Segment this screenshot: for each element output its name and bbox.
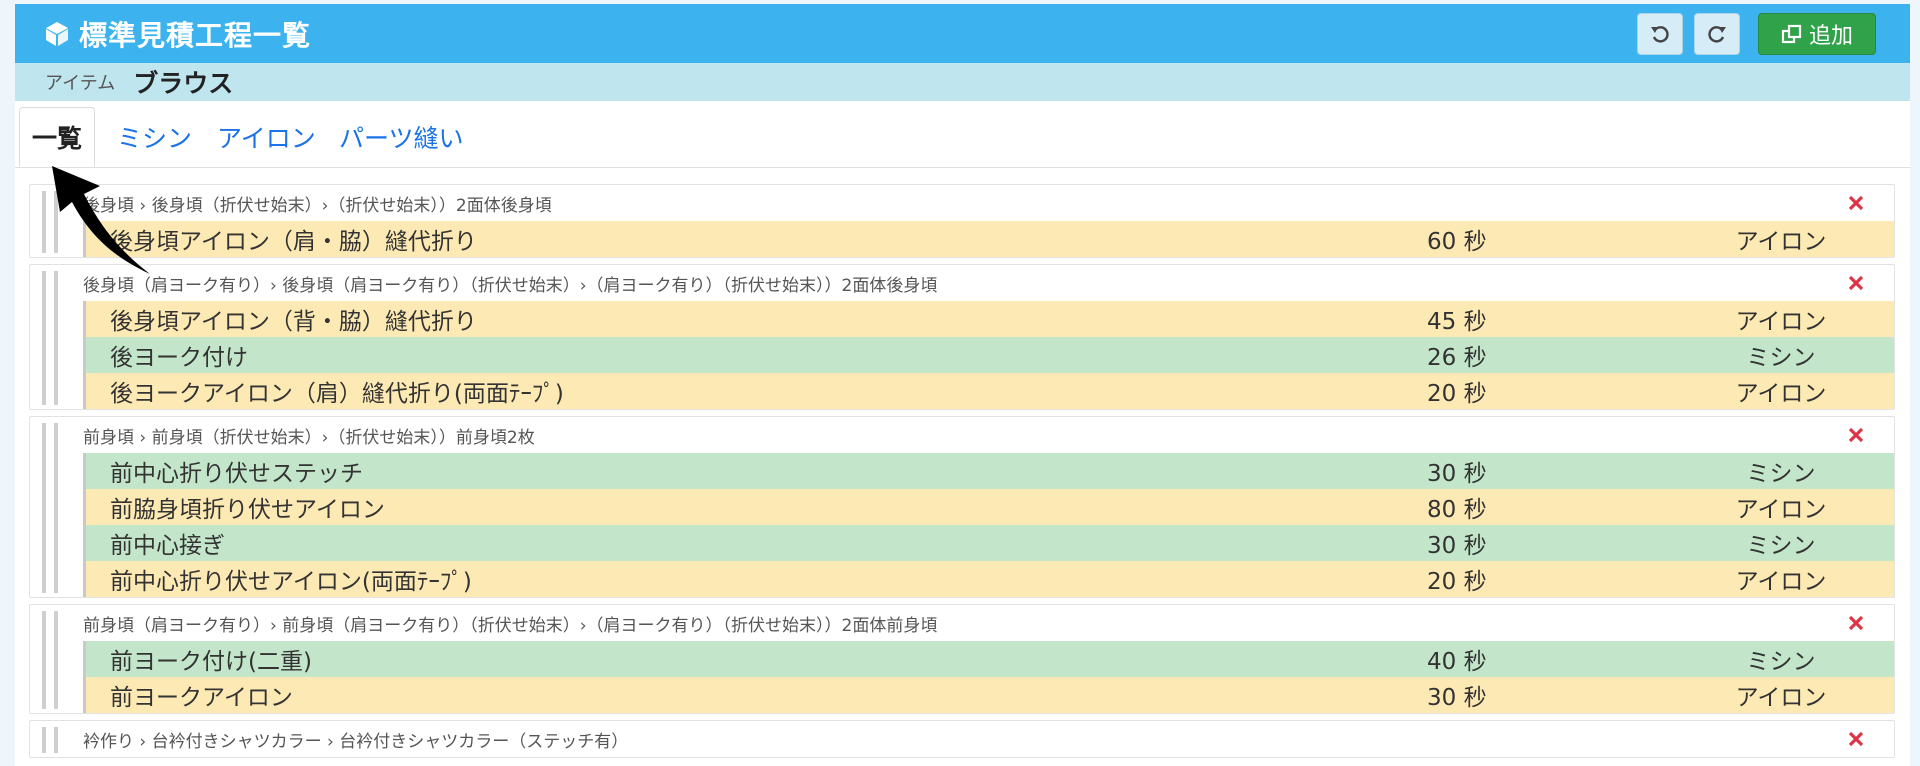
table-row[interactable]: 後身頃アイロン（肩・脇）縫代折り 60 秒 アイロン: [83, 221, 1894, 257]
process-seconds: 20 秒: [1427, 381, 1487, 407]
item-value: ブラウス: [133, 69, 234, 98]
add-button[interactable]: 追加: [1758, 13, 1876, 55]
process-kind: アイロン: [1735, 569, 1827, 595]
item-bar: アイテム ブラウス: [15, 63, 1910, 101]
group-path-text: 後身頃（肩ヨーク有り）› 後身頃（肩ヨーク有り）（折伏せ始末）›（肩ヨーク有り）…: [83, 275, 938, 296]
page-title: 標準見積工程一覧: [79, 18, 312, 52]
group-path: 衿作り › 台衿付きシャツカラー › 台衿付きシャツカラー（ステッチ有）: [30, 721, 1894, 757]
table-row[interactable]: 後身頃アイロン（背・脇）縫代折り 45 秒 アイロン: [83, 301, 1894, 337]
main-panel: 標準見積工程一覧 追加 アイテム ブラウス 一覧 ミシン アイロン パーツ縫い …: [15, 4, 1910, 766]
table-row[interactable]: 前脇身頃折り伏せアイロン 80 秒 アイロン: [83, 489, 1894, 525]
process-kind: ミシン: [1746, 461, 1816, 487]
table-row[interactable]: 前中心折り伏せステッチ 30 秒 ミシン: [83, 453, 1894, 489]
group-path-text: 衿作り › 台衿付きシャツカラー › 台衿付きシャツカラー（ステッチ有）: [83, 731, 629, 752]
group-path: 前身頃 › 前身頃（折伏せ始末）›（折伏せ始末））前身頃2枚: [30, 417, 1894, 453]
table-row[interactable]: 前ヨークアイロン 30 秒 アイロン: [83, 677, 1894, 713]
process-kind: アイロン: [1735, 381, 1827, 407]
page-header: 標準見積工程一覧 追加: [15, 4, 1910, 63]
process-kind: アイロン: [1735, 685, 1827, 711]
process-seconds: 60 秒: [1427, 229, 1487, 255]
process-seconds: 26 秒: [1427, 345, 1487, 371]
process-group: 後身頃（肩ヨーク有り）› 後身頃（肩ヨーク有り）（折伏せ始末）›（肩ヨーク有り）…: [29, 264, 1895, 410]
process-kind: ミシン: [1746, 533, 1816, 559]
undo-icon: [1651, 26, 1669, 43]
process-name: 前ヨーク付け(二重): [110, 649, 312, 675]
redo-icon: [1708, 26, 1726, 43]
add-button-label: 追加: [1808, 24, 1853, 49]
close-icon[interactable]: [1846, 425, 1866, 445]
process-kind: アイロン: [1735, 229, 1827, 255]
process-kind: アイロン: [1735, 309, 1827, 335]
undo-button[interactable]: [1637, 13, 1683, 55]
group-path: 前身頃（肩ヨーク有り）› 前身頃（肩ヨーク有り）（折伏せ始末）›（肩ヨーク有り）…: [30, 605, 1894, 641]
close-icon[interactable]: [1846, 193, 1866, 213]
process-group: 後身頃 › 後身頃（折伏せ始末）›（折伏せ始末））2面体後身頃 後身頃アイロン（…: [29, 184, 1895, 258]
tab-parts-sewing[interactable]: パーツ縫い: [327, 107, 476, 167]
item-label: アイテム: [45, 73, 116, 94]
process-list: 後身頃 › 後身頃（折伏せ始末）›（折伏せ始末））2面体後身頃 後身頃アイロン（…: [29, 184, 1895, 764]
process-group: 衿作り › 台衿付きシャツカラー › 台衿付きシャツカラー（ステッチ有）: [29, 720, 1895, 758]
process-name: 前脇身頃折り伏せアイロン: [110, 497, 385, 523]
process-name: 後ヨーク付け: [110, 345, 248, 371]
table-row[interactable]: 前ヨーク付け(二重) 40 秒 ミシン: [83, 641, 1894, 677]
table-row[interactable]: 前中心接ぎ 30 秒 ミシン: [83, 525, 1894, 561]
process-seconds: 30 秒: [1427, 685, 1487, 711]
window-plus-icon: [1781, 24, 1802, 44]
table-row[interactable]: 後ヨークアイロン（肩）縫代折り(両面ﾃｰﾌﾟ) 20 秒 アイロン: [83, 373, 1894, 409]
process-seconds: 45 秒: [1427, 309, 1487, 335]
process-seconds: 30 秒: [1427, 533, 1487, 559]
close-icon[interactable]: [1846, 729, 1866, 749]
process-name: 後身頃アイロン（背・脇）縫代折り: [110, 309, 477, 335]
tab-iron[interactable]: アイロン: [205, 107, 328, 167]
group-path: 後身頃 › 後身頃（折伏せ始末）›（折伏せ始末））2面体後身頃: [30, 185, 1894, 221]
process-name: 前中心接ぎ: [110, 533, 225, 559]
group-path-text: 前身頃 › 前身頃（折伏せ始末）›（折伏せ始末））前身頃2枚: [83, 427, 535, 448]
tab-bar: 一覧 ミシン アイロン パーツ縫い: [15, 101, 1910, 168]
close-icon[interactable]: [1846, 273, 1866, 293]
table-row[interactable]: 前中心折り伏せアイロン(両面ﾃｰﾌﾟ) 20 秒 アイロン: [83, 561, 1894, 597]
process-seconds: 40 秒: [1427, 649, 1487, 675]
process-name: 前中心折り伏せアイロン(両面ﾃｰﾌﾟ): [110, 569, 472, 595]
process-group: 前身頃（肩ヨーク有り）› 前身頃（肩ヨーク有り）（折伏せ始末）›（肩ヨーク有り）…: [29, 604, 1895, 714]
redo-button[interactable]: [1694, 13, 1740, 55]
process-seconds: 80 秒: [1427, 497, 1487, 523]
process-name: 後ヨークアイロン（肩）縫代折り(両面ﾃｰﾌﾟ): [110, 381, 564, 407]
process-kind: ミシン: [1746, 649, 1816, 675]
close-icon[interactable]: [1846, 613, 1866, 633]
table-row[interactable]: 後ヨーク付け 26 秒 ミシン: [83, 337, 1894, 373]
group-path: 後身頃（肩ヨーク有り）› 後身頃（肩ヨーク有り）（折伏せ始末）›（肩ヨーク有り）…: [30, 265, 1894, 301]
cube-icon: [46, 21, 68, 46]
process-seconds: 20 秒: [1427, 569, 1487, 595]
process-name: 前中心折り伏せステッチ: [110, 461, 363, 487]
process-kind: ミシン: [1746, 345, 1816, 371]
process-name: 前ヨークアイロン: [110, 685, 293, 711]
process-kind: アイロン: [1735, 497, 1827, 523]
process-seconds: 30 秒: [1427, 461, 1487, 487]
group-path-text: 前身頃（肩ヨーク有り）› 前身頃（肩ヨーク有り）（折伏せ始末）›（肩ヨーク有り）…: [83, 615, 938, 636]
pointer-arrow-icon: [52, 166, 150, 274]
process-group: 前身頃 › 前身頃（折伏せ始末）›（折伏せ始末））前身頃2枚 前中心折り伏せステ…: [29, 416, 1895, 598]
